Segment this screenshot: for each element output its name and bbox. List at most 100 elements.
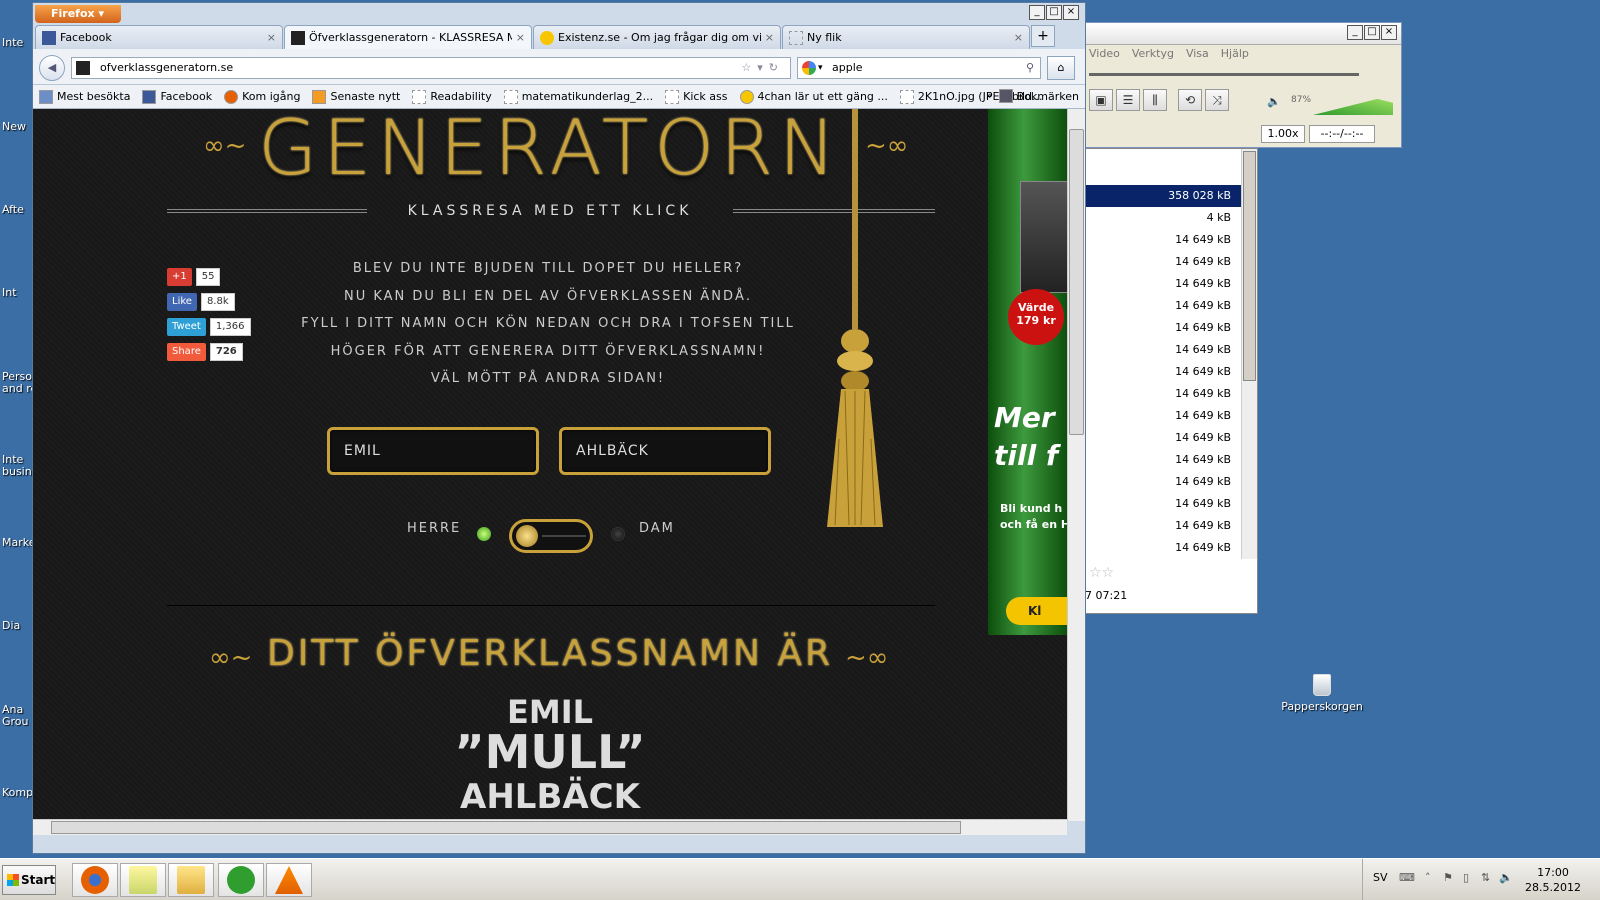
recycle-bin[interactable]: Papperskorgen	[1272, 674, 1372, 713]
taskbar-show-desktop[interactable]	[120, 863, 166, 897]
horizontal-scrollbar[interactable]	[33, 819, 1067, 835]
page-scrollbar[interactable]	[1067, 109, 1085, 821]
rating-stars-icon[interactable]: ☆☆	[1089, 565, 1114, 581]
bookmarks-menu-button[interactable]: Bokmärken	[998, 89, 1079, 103]
equalizer-icon[interactable]: ⫼	[1143, 89, 1167, 111]
bookmark-item[interactable]: Readability	[412, 89, 492, 104]
desktop-label[interactable]: Afte	[2, 203, 24, 216]
start-button[interactable]: Start	[2, 865, 56, 895]
advertisement[interactable]: Värde 179 kr Mer till f Bli kund h och få e…	[988, 109, 1067, 635]
bookmark-item[interactable]: 4chan lär ut ett gäng ...	[739, 89, 888, 104]
bookmarks-overflow-button[interactable]: »	[986, 89, 993, 103]
file-list-row[interactable]: 14 649 kB	[1085, 405, 1241, 427]
bookmark-item[interactable]: Kick ass	[665, 89, 728, 104]
file-list-row[interactable]: 14 649 kB	[1085, 471, 1241, 493]
tab-facebook[interactable]: Facebook ×	[35, 25, 283, 49]
google-icon[interactable]	[802, 61, 816, 75]
tweet-button[interactable]: Tweet 1,366	[167, 317, 251, 337]
seek-bar[interactable]	[1089, 73, 1359, 76]
close-tab-icon[interactable]: ×	[516, 31, 525, 44]
vlc-menu-video[interactable]: Video	[1089, 47, 1120, 60]
back-button[interactable]: ◀	[39, 55, 65, 81]
file-list-row[interactable]: 358 028 kB	[1085, 185, 1241, 207]
last-name-field[interactable]: AHLBÄCK	[559, 427, 771, 475]
tab-ofverklassgeneratorn[interactable]: Öfverklassgeneratorn - KLASSRESA MED ...…	[284, 25, 532, 49]
close-tab-icon[interactable]: ×	[267, 31, 276, 44]
maximize-button[interactable]: □	[1364, 25, 1380, 40]
language-indicator[interactable]: SV	[1373, 871, 1388, 884]
file-list-row[interactable]: 4 kB	[1085, 207, 1241, 229]
ad-cta-button[interactable]: Kl	[1006, 597, 1067, 625]
close-tab-icon[interactable]: ×	[765, 31, 774, 44]
file-list-row[interactable]: 14 649 kB	[1085, 273, 1241, 295]
shuffle-icon[interactable]: ⤨	[1205, 89, 1229, 111]
file-list-row[interactable]: 14 649 kB	[1085, 251, 1241, 273]
vlc-menu-help[interactable]: Hjälp	[1221, 47, 1249, 60]
firefox-titlebar[interactable]: Firefox ▾ _ □ ×	[33, 3, 1085, 25]
desktop-label[interactable]: New	[2, 120, 26, 133]
close-button[interactable]: ×	[1063, 5, 1079, 20]
bookmark-item[interactable]: Mest besökta	[39, 89, 130, 104]
close-button[interactable]: ×	[1381, 25, 1397, 40]
file-list-row[interactable]: 14 649 kB	[1085, 361, 1241, 383]
keyboard-icon[interactable]: ⌨	[1399, 871, 1415, 884]
taskbar-vlc[interactable]	[266, 863, 312, 897]
speaker-icon[interactable]: 🔈	[1499, 871, 1513, 884]
bookmark-star-icon[interactable]: ☆▾↻	[741, 58, 784, 78]
file-list-row[interactable]: 14 649 kB	[1085, 229, 1241, 251]
gplus-share[interactable]: +1 55	[167, 267, 251, 287]
search-icon[interactable]: ⚲	[1026, 58, 1034, 78]
bookmark-item[interactable]: Kom igång	[224, 89, 300, 104]
bookmark-item[interactable]: Facebook	[142, 89, 212, 104]
file-list-row[interactable]: 14 649 kB	[1085, 427, 1241, 449]
vlc-titlebar[interactable]: _ □ ×	[1085, 23, 1401, 45]
search-bar[interactable]: ▾ apple ⚲	[797, 57, 1041, 79]
file-list-scrollbar[interactable]	[1241, 149, 1257, 559]
first-name-field[interactable]: EMIL	[327, 427, 539, 475]
vlc-menu-tools[interactable]: Verktyg	[1132, 47, 1174, 60]
taskbar-explorer[interactable]	[168, 863, 214, 897]
network-icon[interactable]: ⇅	[1481, 871, 1490, 884]
clock[interactable]: 17:00 28.5.2012	[1521, 865, 1585, 895]
file-list-row[interactable]: 14 649 kB	[1085, 537, 1241, 559]
desktop-label[interactable]: Komp	[2, 786, 33, 799]
gender-toggle[interactable]	[509, 519, 593, 553]
desktop-label[interactable]: Dia	[2, 619, 20, 632]
file-list-row[interactable]: 14 649 kB	[1085, 449, 1241, 471]
tassel-pull[interactable]	[825, 109, 885, 529]
tab-new[interactable]: Ny flik ×	[782, 25, 1030, 49]
home-button[interactable]: ⌂	[1047, 56, 1075, 80]
search-input[interactable]: apple	[832, 61, 863, 74]
fullscreen-icon[interactable]: ▣	[1089, 89, 1113, 111]
desktop-label[interactable]: Int	[2, 286, 17, 299]
taskbar-firefox[interactable]	[72, 863, 118, 897]
new-tab-button[interactable]: +	[1031, 25, 1055, 47]
speaker-icon[interactable]: 🔈	[1267, 95, 1281, 108]
minimize-button[interactable]: _	[1029, 5, 1045, 20]
desktop-label[interactable]: Marke	[2, 536, 36, 549]
facebook-like[interactable]: Like 8.8k	[167, 292, 251, 312]
file-list-row[interactable]: 14 649 kB	[1085, 493, 1241, 515]
vlc-menu-view[interactable]: Visa	[1186, 47, 1209, 60]
minimize-button[interactable]: _	[1347, 25, 1363, 40]
desktop-label[interactable]: Inte	[2, 36, 23, 49]
maximize-button[interactable]: □	[1046, 5, 1062, 20]
playlist-icon[interactable]: ☰	[1116, 89, 1140, 111]
playback-speed[interactable]: 1.00x	[1261, 125, 1305, 143]
volume-slider[interactable]	[1313, 95, 1393, 115]
desktop-label[interactable]: busin	[2, 465, 32, 478]
file-list-row[interactable]: 14 649 kB	[1085, 317, 1241, 339]
flag-icon[interactable]: ⚑	[1443, 871, 1453, 884]
close-tab-icon[interactable]: ×	[1014, 31, 1023, 44]
desktop-label[interactable]: Grou	[2, 715, 29, 728]
bookmark-item[interactable]: Senaste nytt	[312, 89, 400, 104]
share-button[interactable]: Share 726	[167, 342, 251, 362]
url-bar[interactable]: ofverklassgeneratorn.se ☆▾↻	[71, 57, 791, 79]
file-list-row[interactable]: 14 649 kB	[1085, 295, 1241, 317]
device-icon[interactable]: ▯	[1463, 871, 1469, 884]
file-list-row[interactable]: 14 649 kB	[1085, 383, 1241, 405]
firefox-menu-button[interactable]: Firefox ▾	[35, 5, 121, 23]
file-list-row[interactable]: 14 649 kB	[1085, 515, 1241, 537]
tab-existenz[interactable]: Existenz.se - Om jag frågar dig om vi sk…	[533, 25, 781, 49]
taskbar-utorrent[interactable]	[218, 863, 264, 897]
